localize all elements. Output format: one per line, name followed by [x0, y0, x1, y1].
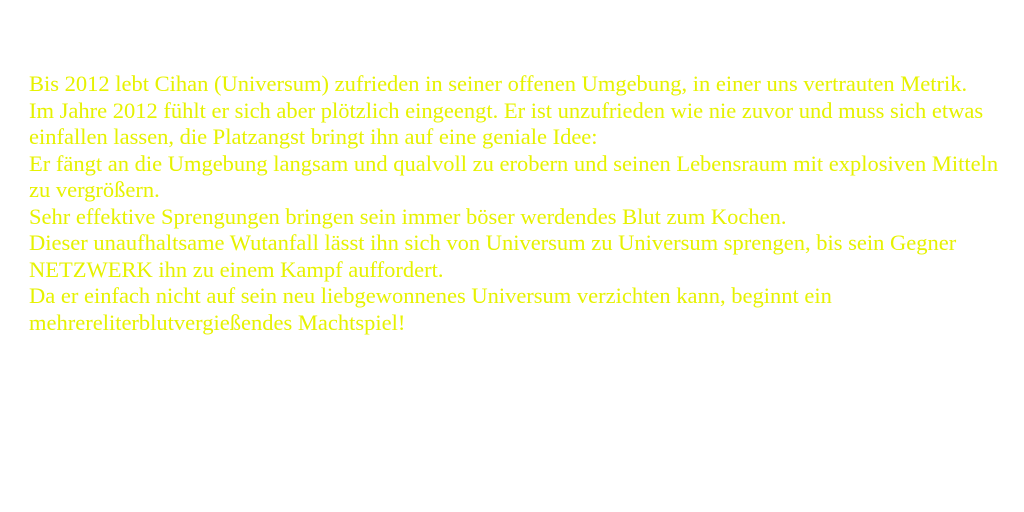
- story-text-block: Bis 2012 lebt Cihan (Universum) zufriede…: [29, 71, 1004, 336]
- story-paragraph-3: Er fängt an die Umgebung langsam und qua…: [29, 150, 999, 203]
- story-paragraph-4: Sehr effektive Sprengungen bringen sein …: [29, 203, 787, 229]
- story-paragraph-2: Im Jahre 2012 fühlt er sich aber plötzli…: [29, 97, 984, 150]
- story-paragraph-5: Dieser unaufhaltsame Wutanfall lässt ihn…: [29, 230, 957, 282]
- story-paragraph-6: Da er einfach nicht auf sein neu liebgew…: [29, 283, 832, 335]
- story-paragraph-1: Bis 2012 lebt Cihan (Universum) zufriede…: [29, 71, 968, 96]
